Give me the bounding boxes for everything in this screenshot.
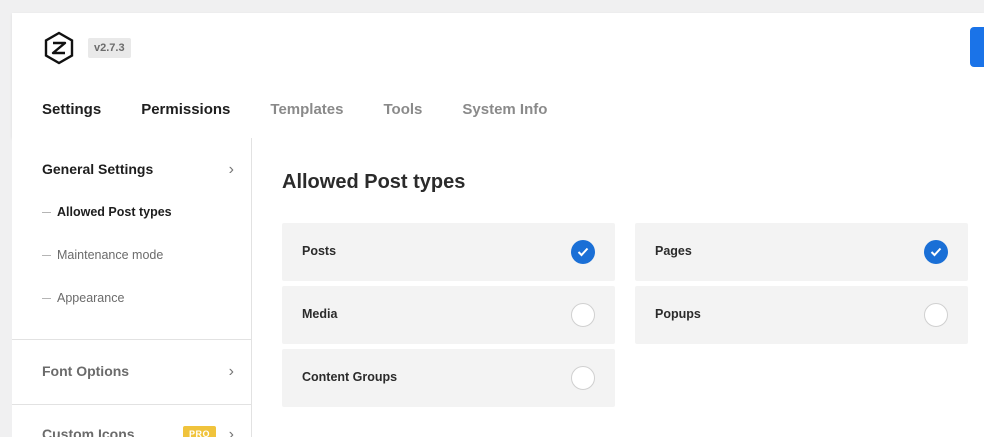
sidebar-item-font-options[interactable]: Font Options › [42, 363, 234, 380]
post-type-media[interactable]: Media [282, 286, 615, 344]
post-type-posts[interactable]: Posts [282, 223, 615, 281]
header-action-button[interactable] [970, 27, 984, 67]
sidebar-subitem-allowed-post-types[interactable]: Allowed Post types [42, 205, 172, 219]
sidebar-item-label: Custom Icons [42, 426, 135, 437]
dash-icon [42, 298, 51, 300]
tab-tools[interactable]: Tools [384, 101, 423, 118]
tab-templates[interactable]: Templates [270, 101, 343, 118]
unchecked-circle-icon[interactable] [571, 366, 595, 390]
tab-settings[interactable]: Settings [42, 101, 101, 118]
post-type-content-groups[interactable]: Content Groups [282, 349, 615, 407]
chevron-right-icon: › [228, 426, 234, 437]
zion-logo-icon [44, 31, 74, 65]
pro-badge: PRO [182, 426, 216, 437]
top-header: v2.7.3 Settings Permissions Templates To… [12, 13, 984, 138]
dash-icon [42, 212, 51, 214]
checked-circle-icon[interactable] [924, 240, 948, 264]
sidebar-item-custom-icons[interactable]: Custom Icons PRO › [42, 426, 234, 437]
dash-icon [42, 255, 51, 257]
sidebar-divider [12, 339, 251, 340]
checked-circle-icon[interactable] [571, 240, 595, 264]
main-tabs: Settings Permissions Templates Tools Sys… [42, 101, 587, 118]
post-type-label: Pages [655, 244, 692, 258]
sidebar-subitem-maintenance-mode[interactable]: Maintenance mode [42, 248, 163, 262]
sidebar-item-label: Font Options [42, 363, 130, 379]
main-content: Allowed Post types Posts Pages Media Pop… [252, 138, 984, 437]
post-type-label: Media [302, 307, 338, 321]
tab-system-info[interactable]: System Info [462, 101, 547, 118]
post-type-label: Popups [655, 307, 701, 321]
sidebar-item-general-settings[interactable]: General Settings › [42, 161, 234, 178]
chevron-right-icon: › [228, 161, 234, 178]
unchecked-circle-icon[interactable] [571, 303, 595, 327]
sidebar-subitem-appearance[interactable]: Appearance [42, 291, 124, 305]
settings-sidebar: General Settings › Allowed Post types Ma… [12, 138, 252, 437]
version-badge: v2.7.3 [88, 38, 131, 58]
post-type-pages[interactable]: Pages [635, 223, 968, 281]
unchecked-circle-icon[interactable] [924, 303, 948, 327]
chevron-right-icon: › [228, 363, 234, 380]
tab-permissions[interactable]: Permissions [141, 101, 230, 118]
post-type-label: Posts [302, 244, 337, 258]
post-type-label: Content Groups [302, 370, 398, 384]
page-title: Allowed Post types [282, 171, 466, 193]
post-type-popups[interactable]: Popups [635, 286, 968, 344]
sidebar-item-label: General Settings [42, 161, 154, 177]
sidebar-divider [12, 404, 251, 405]
